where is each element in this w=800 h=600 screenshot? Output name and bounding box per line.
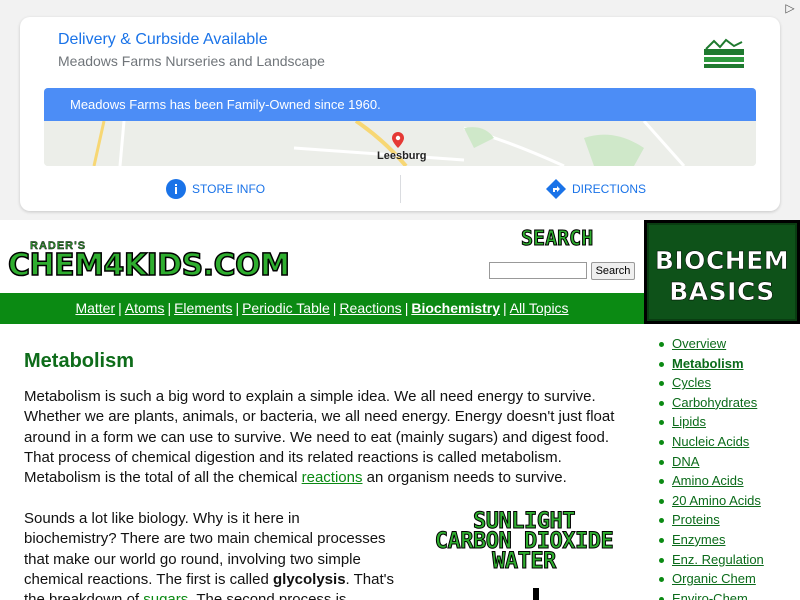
search-heading: SEARCH	[520, 226, 594, 251]
nav-separator: |	[332, 300, 337, 316]
side-nav-item-dna[interactable]: DNA	[656, 452, 800, 472]
nav-matter[interactable]: Matter	[75, 300, 115, 316]
diagram-label-water: WATER	[492, 549, 557, 574]
side-nav-item-metabolism[interactable]: Metabolism	[656, 354, 800, 374]
page: ▷ Delivery & Curbside Available Meadows …	[0, 0, 800, 600]
side-nav-label[interactable]: DNA	[672, 454, 699, 469]
side-nav-item-lipids[interactable]: Lipids	[656, 412, 800, 432]
side-nav-item-organic-chem[interactable]: Organic Chem	[656, 569, 800, 589]
intro-paragraph: Metabolism is such a big word to explain…	[24, 387, 624, 488]
side-nav-item-carbohydrates[interactable]: Carbohydrates	[656, 393, 800, 413]
bullet-icon	[659, 420, 664, 426]
store-info-button[interactable]: STORE INFO	[166, 177, 265, 201]
side-nav-item-amino-acids[interactable]: Amino Acids	[656, 471, 800, 491]
side-nav-item-overview[interactable]: Overview	[656, 334, 800, 354]
second-paragraph: Sounds a lot like biology. Why is it her…	[24, 509, 396, 600]
page-title: Metabolism	[24, 350, 135, 372]
side-nav-label[interactable]: Enviro-Chem	[672, 591, 748, 600]
bullet-icon	[659, 537, 664, 543]
nav-separator: |	[235, 300, 240, 316]
ad-divider	[400, 175, 401, 203]
site-logo[interactable]: CHEM4KIDS.COM	[7, 247, 291, 284]
bullet-icon	[659, 361, 664, 367]
side-nav-label[interactable]: Nucleic Acids	[672, 434, 749, 449]
side-nav-label[interactable]: 20 Amino Acids	[672, 493, 761, 508]
bullet-icon	[659, 479, 664, 485]
bullet-icon	[659, 342, 664, 347]
sugars-link[interactable]: sugars	[143, 591, 188, 600]
bullet-icon	[659, 557, 664, 563]
side-nav-label[interactable]: Enzymes	[672, 532, 725, 547]
bullet-icon	[659, 381, 664, 387]
side-nav-item-enzymes[interactable]: Enzymes	[656, 530, 800, 550]
section-badge-board: BIOCHEM BASICS	[647, 223, 797, 321]
ad-banner: Meadows Farms has been Family-Owned sinc…	[44, 88, 756, 121]
topic-nav: Matter | Atoms | Elements | Periodic Table | Rea…	[0, 293, 644, 324]
side-nav-label[interactable]: Organic Chem	[672, 571, 756, 586]
ad-card[interactable]: Delivery & Curbside Available Meadows Fa…	[20, 17, 780, 211]
side-nav-label[interactable]: Cycles	[672, 375, 711, 390]
paragraph-text: . The second process is	[188, 591, 347, 600]
nav-biochemistry[interactable]: Biochemistry	[411, 300, 500, 316]
directions-button[interactable]: DIRECTIONS	[546, 177, 646, 201]
ad-choices-icon[interactable]: ▷	[780, 0, 800, 16]
glycolysis-term: glycolysis	[273, 570, 346, 588]
nav-separator: |	[118, 300, 122, 316]
directions-icon	[546, 179, 566, 199]
bullet-icon	[659, 498, 664, 504]
side-nav-label[interactable]: Overview	[672, 336, 726, 351]
side-nav-item-enviro-chem[interactable]: Enviro-Chem	[656, 589, 800, 600]
bullet-icon	[659, 518, 664, 524]
nav-all-topics[interactable]: All Topics	[510, 300, 569, 316]
ad-container: ▷ Delivery & Curbside Available Meadows …	[0, 0, 800, 220]
article: Metabolism Metabolism is such a big word…	[24, 350, 624, 600]
side-nav-item-nucleic-acids[interactable]: Nucleic Acids	[656, 432, 800, 452]
side-nav-label[interactable]: Lipids	[672, 414, 706, 429]
advertiser-logo-icon	[704, 38, 744, 68]
bullet-icon	[659, 400, 664, 406]
side-nav-item-cycles[interactable]: Cycles	[656, 373, 800, 393]
info-icon	[166, 179, 186, 199]
ad-map[interactable]: Meadows Farms has been Family-Owned sinc…	[44, 88, 756, 166]
nav-separator: |	[503, 300, 507, 316]
side-nav-item-20-amino-acids[interactable]: 20 Amino Acids	[656, 491, 800, 511]
nav-elements[interactable]: Elements	[174, 300, 232, 316]
section-badge-line2: BASICS	[669, 277, 775, 307]
nav-separator: |	[167, 300, 172, 316]
bullet-icon	[659, 577, 664, 583]
store-info-label: STORE INFO	[192, 182, 266, 196]
nav-reactions[interactable]: Reactions	[339, 300, 401, 316]
bullet-icon	[659, 459, 664, 465]
side-nav-label[interactable]: Enz. Regulation	[672, 552, 764, 567]
ad-advertiser: Meadows Farms Nurseries and Landscape	[58, 53, 325, 69]
side-nav-label[interactable]: Carbohydrates	[672, 395, 757, 410]
reactions-link[interactable]: reactions	[302, 469, 363, 486]
search-button[interactable]: Search	[591, 262, 635, 280]
nav-atoms[interactable]: Atoms	[125, 300, 165, 316]
side-nav-label[interactable]: Proteins	[672, 512, 720, 527]
side-nav-item-enz-regulation[interactable]: Enz. Regulation	[656, 550, 800, 570]
search-input[interactable]	[489, 262, 587, 279]
diagram-arrow-icon	[533, 588, 539, 600]
side-nav-item-proteins[interactable]: Proteins	[656, 510, 800, 530]
bullet-icon	[659, 439, 664, 445]
site-header: RADER'S CHEM4KIDS.COM SEARCH Search	[0, 220, 644, 293]
section-badge: BIOCHEM BASICS	[644, 220, 800, 324]
nav-periodic-table[interactable]: Periodic Table	[242, 300, 330, 316]
directions-label: DIRECTIONS	[572, 182, 647, 196]
section-badge-line1: BIOCHEM	[654, 246, 790, 276]
nav-separator: |	[404, 300, 409, 316]
side-nav-label[interactable]: Metabolism	[672, 356, 744, 371]
ad-headline[interactable]: Delivery & Curbside Available	[58, 31, 268, 49]
side-nav-label[interactable]: Amino Acids	[672, 473, 744, 488]
side-nav: Overview Metabolism Cycles Carbohydrates…	[656, 334, 800, 600]
map-pin-icon	[392, 132, 404, 148]
map-city-label: Leesburg	[377, 150, 427, 162]
photosynthesis-diagram: SUNLIGHT CARBON DIOXIDE WATER	[404, 510, 644, 600]
paragraph-text: an organism needs to survive.	[362, 469, 567, 487]
